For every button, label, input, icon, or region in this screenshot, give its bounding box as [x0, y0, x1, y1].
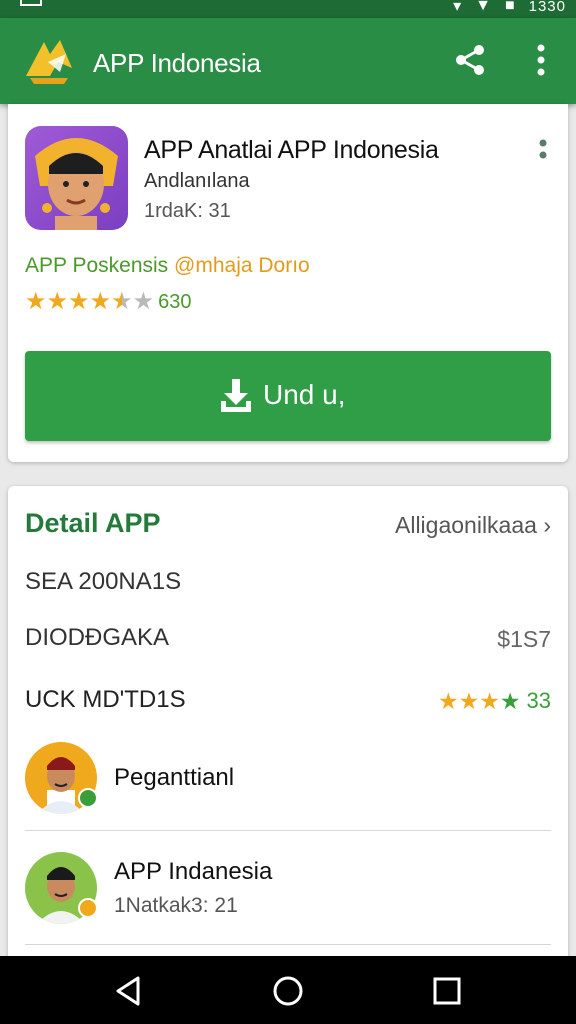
star-icon: ★ [499, 688, 521, 714]
rating-count: 630 [158, 290, 192, 313]
battery-icon: ■ [504, 0, 515, 14]
detail-row-2: DIODĐGAKA [25, 624, 170, 651]
detail-rating: ★ ★ ★ ★ 33 [438, 688, 551, 714]
promo-text: APP Poskensis @mhaja Dorıo [25, 254, 310, 278]
star-icon: ★ [46, 288, 69, 315]
wifi-icon: ▼ [475, 0, 491, 14]
detail-link-label: Alligaonilkaaa [395, 512, 537, 538]
star-icon: ★ [68, 288, 90, 315]
app-name: APP Anatlai APP Indonesia [144, 136, 439, 164]
developer-name: APP Indanesia [114, 858, 273, 885]
app-icon-image [35, 138, 118, 230]
detail-card: Detail APP Alligaonilkaaa › SEA 200NA1S … [8, 486, 568, 966]
star-half-icon: ★ [111, 288, 133, 315]
app-developer: Andlanılana [144, 170, 250, 192]
share-icon[interactable] [452, 42, 488, 78]
developer-name: Peganttianl [114, 764, 235, 791]
star-icon: ★ [438, 688, 459, 714]
app-logo-icon [26, 40, 72, 84]
detail-rating-count: 33 [526, 688, 551, 713]
star-empty-icon: ★ [132, 288, 155, 315]
clock: 1330 [528, 0, 566, 15]
download-icon [221, 379, 251, 412]
star-icon: ★ [479, 688, 500, 714]
verified-badge-icon [78, 898, 98, 918]
developer-item[interactable]: APP Indanesia 1Natkak3: 21 [8, 848, 568, 958]
developer-item[interactable]: Peganttianl [8, 738, 568, 848]
status-icons: ▾ ▼ ■ 1330 [453, 0, 566, 16]
developer-sub: 1Natkak3: 21 [114, 894, 238, 917]
home-icon[interactable] [271, 974, 305, 1008]
star-icon: ★ [458, 688, 480, 714]
app-icon[interactable] [25, 126, 128, 230]
notification-icon [20, 0, 42, 6]
card-more-icon[interactable] [536, 138, 550, 164]
install-button-label: Und u, [263, 379, 346, 410]
app-card: APP Anatlai APP Indonesia Andlanılana 1r… [8, 104, 568, 462]
app-size: 1rdaK: 31 [144, 200, 231, 222]
star-icon: ★ [25, 288, 47, 315]
navigation-bar [0, 956, 576, 1024]
signal-icon: ▾ [453, 0, 462, 15]
promo-prefix: APP Poskensis [25, 254, 175, 277]
star-icon: ★ [89, 288, 112, 315]
divider [25, 944, 551, 945]
chevron-right-icon: › [543, 512, 551, 538]
app-bar: APP Indonesia [0, 18, 576, 104]
app-bar-title: APP Indonesia [93, 48, 261, 78]
promo-highlight: @mhaja Dorıo [174, 254, 310, 277]
status-bar: ▾ ▼ ■ 1330 [0, 0, 576, 18]
detail-title: Detail APP [25, 508, 161, 538]
detail-row-1: SEA 200NA1S [25, 568, 182, 595]
verified-badge-icon [78, 788, 98, 808]
detail-link[interactable]: Alligaonilkaaa › [395, 512, 551, 539]
more-vert-icon[interactable] [526, 42, 556, 78]
install-button[interactable]: Und u, [25, 351, 551, 441]
back-icon[interactable] [112, 974, 146, 1008]
divider [25, 830, 551, 831]
detail-row-3: UCK MD'TD1S [25, 686, 186, 713]
rating-row: ★ ★ ★ ★ ★ ★ 630 [25, 290, 191, 314]
recents-icon[interactable] [430, 974, 464, 1008]
detail-row-2-value: $1S7 [497, 626, 551, 652]
